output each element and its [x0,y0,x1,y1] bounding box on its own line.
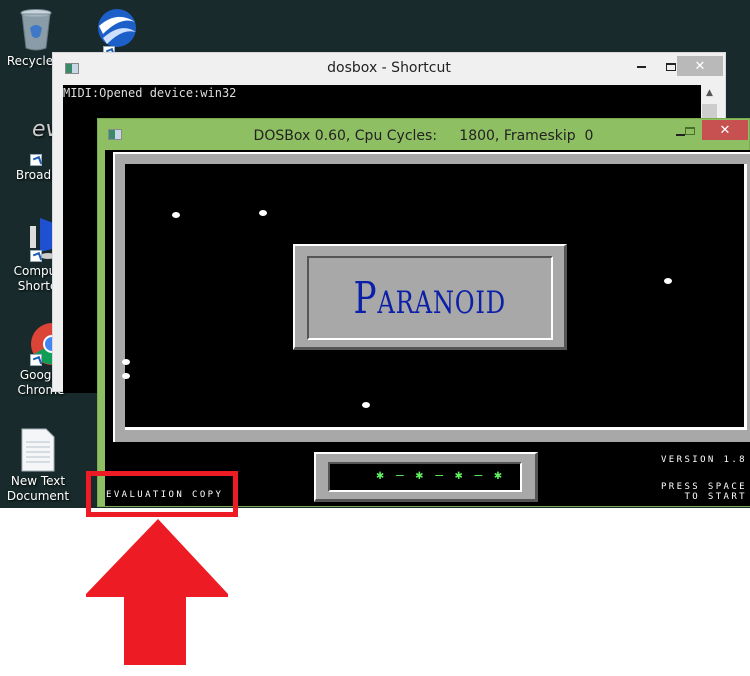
chrome-icon [16,322,74,366]
start-prompt-line1: PRESS SPACE [660,482,747,492]
version-label: VERSION 1.8 [660,455,747,465]
shortcut-arrow-icon [30,354,42,366]
playfield: Paranoid [122,164,747,430]
computer-icon [16,218,56,262]
desktop-icon-label: New Text Document [6,474,70,503]
title-logo-panel: Paranoid [293,244,567,350]
close-icon: ✕ [719,122,731,138]
star [259,210,267,216]
dosbox-close-button[interactable]: ✕ [702,120,748,140]
dosbox-maximize-button[interactable] [676,121,704,141]
maximize-icon [685,127,695,135]
title-logo-inset: Paranoid [307,256,553,340]
game-title: Paranoid [353,272,507,324]
score-panel: ✱ – ✱ – ✱ – ✱ [314,452,538,502]
recycle-bin-icon [16,8,56,52]
console-output-line: MIDI:Opened device:win32 [63,86,237,100]
close-icon: ✕ [694,58,706,74]
start-prompt: PRESS SPACE TO START [661,482,747,502]
star [122,359,130,365]
lives-indicator: ✱ – ✱ – ✱ – ✱ [328,462,522,492]
star [664,278,672,284]
console-close-button[interactable]: ✕ [677,56,723,76]
text-document-icon [18,428,58,472]
start-prompt-line2: TO START [684,492,747,502]
console-minimize-button[interactable] [627,57,655,77]
console-window-title: dosbox - Shortcut [327,60,451,76]
arrow-shape [86,519,228,665]
maximize-icon [666,63,676,71]
game-screen[interactable]: Paranoid ✱ – ✱ – ✱ – ✱ VERSION 1.8 PRESS… [105,150,750,506]
star [172,212,180,218]
highlight-box [86,471,238,517]
minimize-icon [636,66,646,68]
evo-broadband-icon: evo [16,119,72,166]
dosbox-window-title: DOSBox 0.60, Cpu Cycles: 1800, Frameskip… [253,128,594,144]
desktop-icon-new-text-document[interactable]: New Text Document [0,428,76,504]
dosbox-window[interactable]: DOSBox 0.60, Cpu Cycles: 1800, Frameskip… [97,118,750,507]
scroll-up-icon[interactable]: ▲ [701,88,718,98]
desktop-icon-google-earth[interactable] [76,8,152,58]
shortcut-arrow-icon [30,154,42,166]
star [362,402,370,408]
up-arrow-annotation [86,519,228,665]
star [122,373,130,379]
playfield-frame: Paranoid [113,152,750,442]
google-earth-icon [91,8,137,58]
shortcut-arrow-icon [30,250,42,262]
console-titlebar[interactable]: dosbox - Shortcut ✕ [53,53,725,85]
